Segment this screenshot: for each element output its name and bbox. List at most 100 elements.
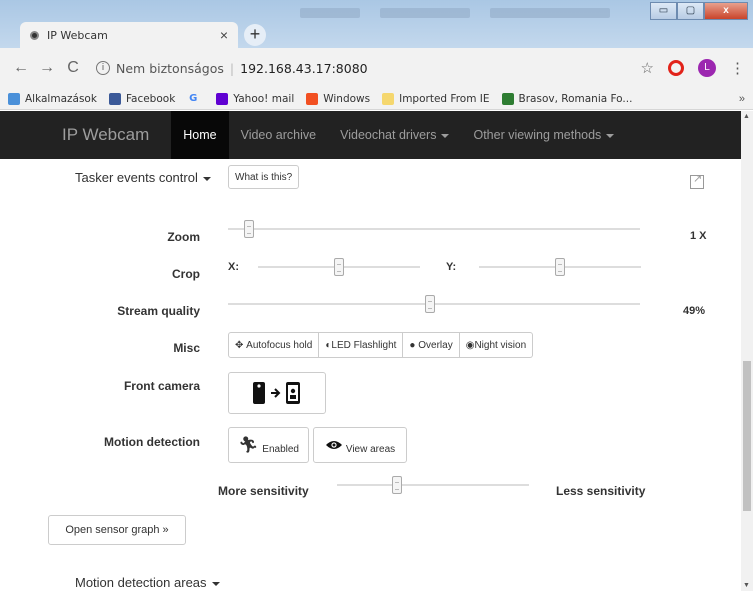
menu-icon[interactable]: ⋮ bbox=[730, 59, 745, 77]
stream-quality-slider[interactable] bbox=[228, 295, 640, 313]
tasker-events-toggle[interactable]: Tasker events control bbox=[75, 170, 211, 185]
switch-camera-icon bbox=[253, 382, 300, 404]
maximize-button[interactable]: ▢ bbox=[677, 2, 704, 20]
view-areas-button[interactable]: View areas bbox=[313, 427, 407, 463]
caret-down-icon bbox=[606, 133, 615, 138]
bookmark-label: Alkalmazások bbox=[25, 92, 97, 105]
crop-y-slider-handle[interactable] bbox=[555, 258, 565, 276]
nav-home[interactable]: Home bbox=[171, 111, 229, 159]
misc-label: Misc bbox=[173, 341, 200, 355]
bookmark-favicon-icon bbox=[501, 92, 514, 105]
bookmark-label: Imported From IE bbox=[399, 92, 490, 105]
bookmark-star-icon[interactable]: ☆ bbox=[641, 59, 654, 77]
stream-quality-slider-handle[interactable] bbox=[425, 295, 435, 313]
browser-toolbar: ← → C i Nem biztonságos | 192.168.43.17:… bbox=[0, 48, 753, 88]
nav-video-archive[interactable]: Video archive bbox=[229, 111, 329, 159]
caret-down-icon bbox=[211, 581, 220, 586]
autofocus-hold-button[interactable]: ✥ Autofocus hold bbox=[228, 332, 320, 358]
browser-window: IP Webcam × + ▭ ▢ x ← → C i Nem biztonsá… bbox=[0, 0, 753, 591]
motion-enabled-button[interactable]: 🏃︎ Enabled bbox=[228, 427, 309, 463]
move-icon: ✥ bbox=[235, 339, 247, 351]
opera-extension-icon[interactable] bbox=[668, 60, 684, 76]
stream-quality-value: 49% bbox=[683, 305, 706, 317]
zoom-value: 1 X bbox=[690, 230, 707, 242]
less-sensitivity-label: Less sensitivity bbox=[556, 484, 646, 498]
motion-sensitivity-slider[interactable] bbox=[337, 476, 529, 494]
crop-y-label: Y: bbox=[446, 261, 457, 273]
switch-camera-button[interactable] bbox=[228, 372, 326, 414]
page-content: IP Webcam Home Video archive Videochat d… bbox=[0, 111, 741, 591]
what-is-this-button[interactable]: What is this? bbox=[228, 165, 300, 189]
browser-tab[interactable]: IP Webcam × bbox=[20, 22, 238, 48]
tab-strip: IP Webcam × + ▭ ▢ x bbox=[0, 0, 753, 48]
close-tab-icon[interactable]: × bbox=[220, 27, 228, 43]
misc-button-group: ✥ Autofocus hold ◐ LED Flashlight ● Overl… bbox=[228, 332, 534, 358]
webcam-favicon-icon bbox=[30, 30, 39, 40]
close-window-button[interactable]: x bbox=[704, 2, 748, 20]
zoom-label: Zoom bbox=[167, 230, 200, 244]
nav-other-viewing-methods[interactable]: Other viewing methods bbox=[461, 111, 626, 159]
site-brand[interactable]: IP Webcam bbox=[62, 125, 149, 145]
bookmark-favicon-icon bbox=[382, 92, 395, 105]
stream-quality-label: Stream quality bbox=[117, 304, 200, 318]
night-vision-button[interactable]: ◉ Night vision bbox=[459, 332, 534, 358]
bookmark-item[interactable]: Brasov, Romania Fo... bbox=[501, 92, 633, 105]
address-bar[interactable]: i Nem biztonságos | 192.168.43.17:8080 bbox=[90, 54, 633, 82]
bookmark-favicon-icon bbox=[108, 92, 121, 105]
info-circle-icon: ● bbox=[409, 339, 419, 351]
back-button[interactable]: ← bbox=[8, 59, 34, 77]
info-icon[interactable]: i bbox=[96, 61, 110, 75]
bookmark-favicon-icon: G bbox=[189, 92, 198, 104]
crop-x-slider[interactable] bbox=[258, 258, 420, 276]
front-camera-label: Front camera bbox=[123, 379, 200, 393]
motion-detection-label: Motion detection bbox=[104, 435, 200, 449]
zoom-slider-handle[interactable] bbox=[244, 220, 254, 238]
crop-x-label: X: bbox=[228, 261, 239, 273]
site-navbar: IP Webcam Home Video archive Videochat d… bbox=[0, 111, 741, 159]
crop-label: Crop bbox=[172, 267, 200, 281]
scroll-up-icon[interactable]: ▲ bbox=[743, 113, 750, 120]
motion-sensitivity-slider-handle[interactable] bbox=[392, 476, 402, 494]
caret-down-icon bbox=[202, 176, 211, 181]
url-text[interactable]: 192.168.43.17:8080 bbox=[240, 61, 367, 76]
scrollbar-thumb[interactable] bbox=[743, 361, 751, 511]
bookmark-favicon-icon bbox=[306, 92, 319, 105]
tab-title: IP Webcam bbox=[47, 28, 108, 42]
bookmarks-bar: Alkalmazások Facebook G Yahoo! mail Windows I… bbox=[0, 88, 753, 110]
bookmark-item[interactable]: Imported From IE bbox=[382, 92, 490, 105]
scroll-down-icon[interactable]: ▼ bbox=[743, 582, 750, 589]
window-controls: ▭ ▢ x bbox=[650, 2, 748, 20]
caret-down-icon bbox=[441, 133, 450, 138]
nav-videochat-drivers[interactable]: Videochat drivers bbox=[328, 111, 461, 159]
overlay-button[interactable]: ● Overlay bbox=[403, 332, 460, 358]
bookmark-item[interactable]: Yahoo! mail bbox=[216, 92, 295, 105]
bookmark-item[interactable]: Alkalmazások bbox=[8, 92, 97, 105]
page-scrollbar[interactable]: ▲ ▼ bbox=[741, 111, 753, 591]
bookmark-label: Facebook bbox=[125, 92, 176, 105]
bookmark-item[interactable]: G bbox=[187, 93, 204, 105]
zoom-slider[interactable] bbox=[228, 220, 640, 238]
led-flashlight-button[interactable]: ◐ LED Flashlight bbox=[319, 332, 404, 358]
bookmark-label: Brasov, Romania Fo... bbox=[518, 92, 633, 105]
open-sensor-graph-button[interactable]: Open sensor graph » bbox=[48, 515, 186, 545]
bookmark-item[interactable]: Facebook bbox=[108, 92, 176, 105]
bookmark-favicon-icon bbox=[216, 92, 229, 105]
motion-detection-areas-toggle[interactable]: Motion detection areas bbox=[75, 575, 220, 590]
new-tab-button[interactable]: + bbox=[244, 24, 266, 46]
bookmark-label: Windows bbox=[323, 92, 371, 105]
crop-y-slider[interactable] bbox=[479, 258, 641, 276]
security-label: Nem biztonságos bbox=[116, 60, 224, 76]
crop-x-slider-handle[interactable] bbox=[334, 258, 344, 276]
bookmark-label: Yahoo! mail bbox=[233, 92, 295, 105]
open-external-icon[interactable] bbox=[690, 172, 704, 189]
bookmark-favicon-icon bbox=[8, 92, 20, 105]
running-person-icon: 🏃︎ bbox=[237, 437, 259, 454]
reload-button[interactable]: C bbox=[60, 59, 86, 77]
eye-icon bbox=[325, 441, 342, 449]
bookmark-item[interactable]: Windows bbox=[306, 92, 371, 105]
minimize-button[interactable]: ▭ bbox=[650, 2, 677, 20]
bookmarks-overflow[interactable]: » bbox=[739, 93, 745, 105]
profile-avatar[interactable]: L bbox=[698, 59, 716, 77]
eye-icon: ◉ bbox=[465, 339, 475, 351]
forward-button[interactable]: → bbox=[34, 59, 60, 77]
